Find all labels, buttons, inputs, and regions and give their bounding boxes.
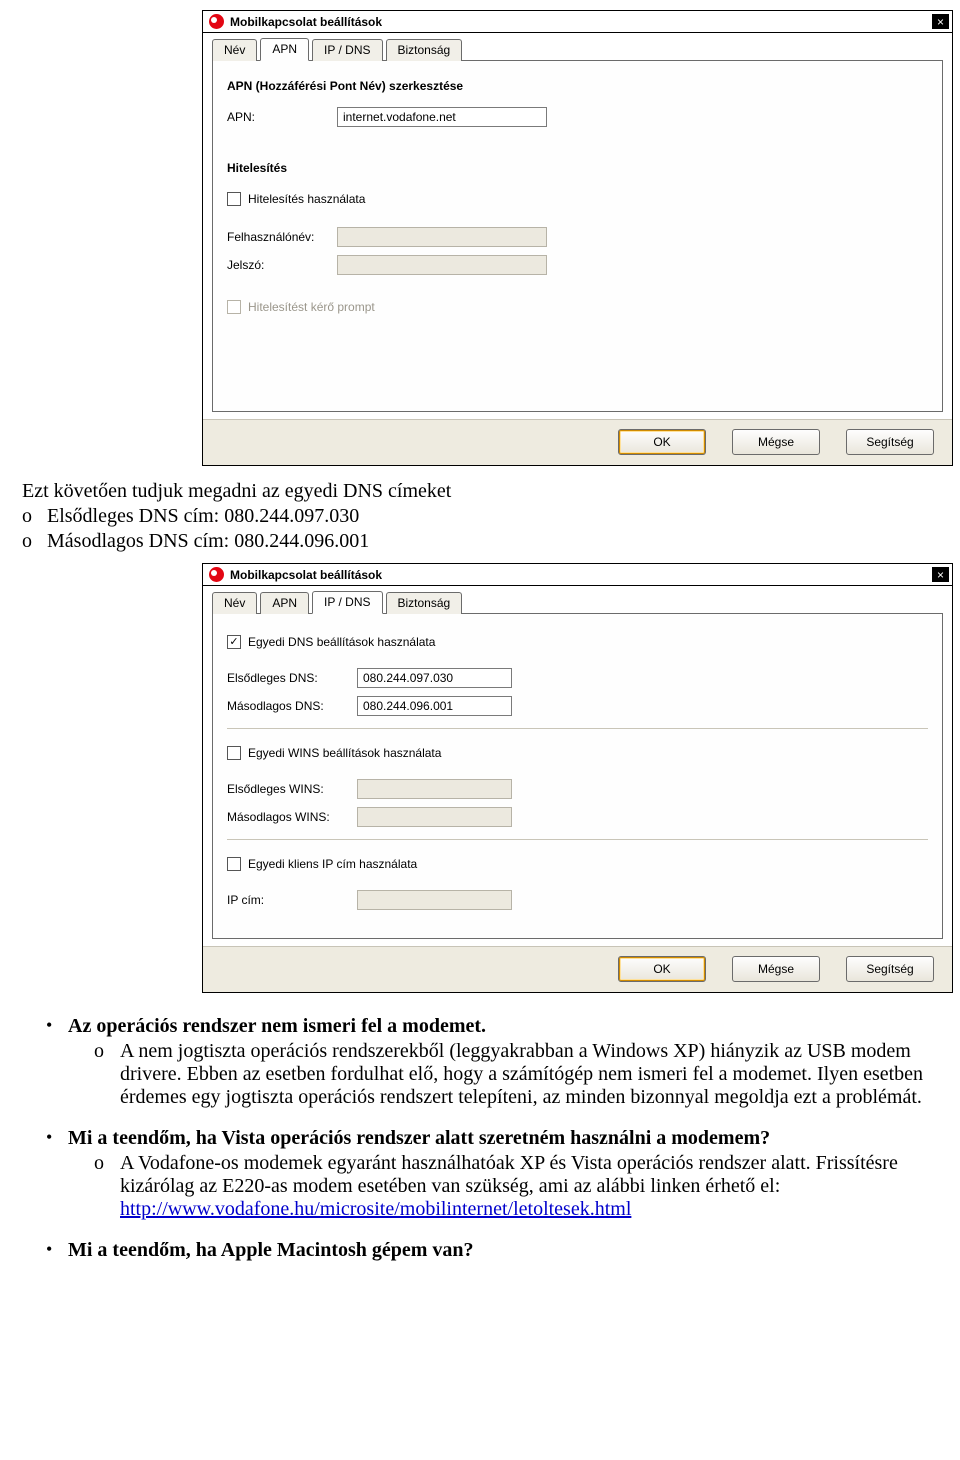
tab-apn[interactable]: APN [260,38,309,61]
tabstrip: Név APN IP / DNS Biztonság [203,33,952,60]
auth-prompt-label: Hitelesítést kérő prompt [248,300,375,314]
dns2-label: Másodlagos DNS: [227,699,357,713]
close-icon[interactable]: × [932,567,949,582]
dns-primary-line: o Elsődleges DNS cím: 080.244.097.030 [22,505,938,528]
tabpage-apn: APN (Hozzáférési Pont Név) szerkesztése … [212,60,943,412]
dns2-input[interactable] [357,696,512,716]
password-input[interactable] [337,255,547,275]
dialog-mobile-connection-apn: Mobilkapcsolat beállítások × Név APN IP … [202,10,953,466]
cancel-button[interactable]: Mégse [732,429,820,455]
download-link[interactable]: http://www.vodafone.hu/microsite/mobilin… [120,1198,631,1220]
wins1-label: Elsődleges WINS: [227,782,357,796]
password-label: Jelszó: [227,258,337,272]
tab-security[interactable]: Biztonság [386,39,463,61]
faq-a2-text: A Vodafone-os modemek egyaránt használha… [120,1152,898,1197]
dns-primary-label: Elsődleges DNS cím: 080.244.097.030 [47,505,359,527]
dialog-mobile-connection-ipdns: Mobilkapcsolat beállítások × Név APN IP … [202,563,953,993]
auth-prompt-checkbox[interactable] [227,300,241,314]
tabpage-ipdns: ✓ Egyedi DNS beállítások használata Első… [212,613,943,939]
bullet-icon: • [46,1015,68,1109]
tabstrip: Név APN IP / DNS Biztonság [203,586,952,613]
tab-ip-dns[interactable]: IP / DNS [312,39,382,61]
titlebar: Mobilkapcsolat beállítások × [203,11,952,33]
faq-a2: A Vodafone-os modemek egyaránt használha… [120,1152,938,1221]
ok-button[interactable]: OK [618,429,706,455]
tab-name[interactable]: Név [212,39,257,61]
faq-a1: A nem jogtiszta operációs rendszerekből … [120,1040,938,1109]
apn-input[interactable] [337,107,547,127]
use-auth-label: Hitelesítés használata [248,192,365,206]
sub-bullet-marker: o [94,1040,120,1109]
dns-secondary-label: Másodlagos DNS cím: 080.244.096.001 [47,530,369,552]
cancel-button[interactable]: Mégse [732,956,820,982]
doc-section-dns-intro: Ezt követően tudjuk megadni az egyedi DN… [22,480,938,553]
faq-q2: Mi a teendőm, ha Vista operációs rendsze… [68,1127,770,1149]
username-label: Felhasználónév: [227,230,337,244]
use-ip-checkbox[interactable] [227,857,241,871]
window-title: Mobilkapcsolat beállítások [230,568,926,582]
vodafone-icon [209,14,224,29]
dns1-input[interactable] [357,668,512,688]
help-button[interactable]: Segítség [846,429,934,455]
ip-input[interactable] [357,890,512,910]
tab-name[interactable]: Név [212,592,257,614]
window-title: Mobilkapcsolat beállítások [230,15,926,29]
close-icon[interactable]: × [932,14,949,29]
bullet-icon: • [46,1127,68,1221]
use-dns-label: Egyedi DNS beállítások használata [248,635,435,649]
ok-button[interactable]: OK [618,956,706,982]
use-dns-checkbox[interactable]: ✓ [227,635,241,649]
wins2-label: Másodlagos WINS: [227,810,357,824]
tab-security[interactable]: Biztonság [386,592,463,614]
dns-secondary-line: o Másodlagos DNS cím: 080.244.096.001 [22,530,938,553]
bullet-icon: • [46,1239,68,1262]
tab-apn[interactable]: APN [260,592,309,614]
use-ip-label: Egyedi kliens IP cím használata [248,857,417,871]
divider [227,839,928,840]
help-button[interactable]: Segítség [846,956,934,982]
faq-q1: Az operációs rendszer nem ismeri fel a m… [68,1015,486,1037]
faq-q3: Mi a teendőm, ha Apple Macintosh gépem v… [68,1239,474,1261]
wins2-input[interactable] [357,807,512,827]
ip-label: IP cím: [227,893,357,907]
divider [227,728,928,729]
dns1-label: Elsődleges DNS: [227,671,357,685]
use-wins-label: Egyedi WINS beállítások használata [248,746,441,760]
apn-label: APN: [227,110,337,124]
titlebar: Mobilkapcsolat beállítások × [203,564,952,586]
apn-section-heading: APN (Hozzáférési Pont Név) szerkesztése [227,79,928,93]
vodafone-icon [209,567,224,582]
button-bar: OK Mégse Segítség [203,946,952,992]
auth-section-heading: Hitelesítés [227,161,928,175]
use-auth-checkbox[interactable] [227,192,241,206]
username-input[interactable] [337,227,547,247]
wins1-input[interactable] [357,779,512,799]
dns-intro-text: Ezt követően tudjuk megadni az egyedi DN… [22,480,938,503]
faq-block: • Az operációs rendszer nem ismeri fel a… [22,1015,938,1262]
sub-bullet-marker: o [94,1152,120,1221]
button-bar: OK Mégse Segítség [203,419,952,465]
tab-ip-dns[interactable]: IP / DNS [312,591,382,614]
use-wins-checkbox[interactable] [227,746,241,760]
